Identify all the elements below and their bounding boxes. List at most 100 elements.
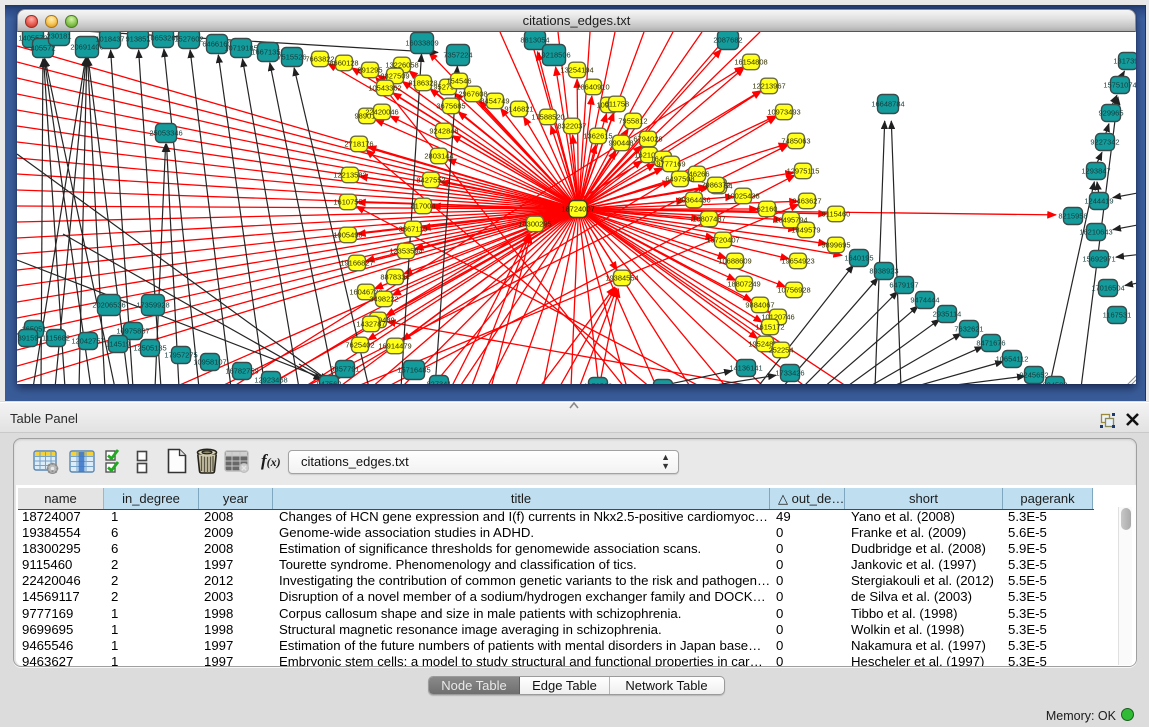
svg-text:19654923: 19654923 bbox=[781, 257, 814, 266]
svg-text:9474444: 9474444 bbox=[910, 296, 939, 305]
svg-text:9146821: 9146821 bbox=[504, 105, 533, 114]
svg-text:3675685: 3675685 bbox=[436, 102, 465, 111]
svg-text:16154808: 16154808 bbox=[734, 58, 767, 67]
svg-text:929965: 929965 bbox=[1098, 109, 1123, 118]
svg-text:1849579: 1849579 bbox=[791, 226, 820, 235]
svg-text:62160: 62160 bbox=[757, 205, 778, 214]
svg-text:924502: 924502 bbox=[1042, 381, 1067, 384]
svg-text:154546: 154546 bbox=[446, 77, 471, 86]
svg-text:12923468: 12923468 bbox=[254, 376, 287, 384]
svg-text:252254: 252254 bbox=[768, 346, 793, 355]
svg-text:9245652: 9245652 bbox=[1019, 371, 1048, 380]
svg-text:8427552: 8427552 bbox=[416, 176, 445, 185]
svg-text:12353594: 12353594 bbox=[389, 247, 422, 256]
svg-text:10807487: 10807487 bbox=[692, 215, 725, 224]
svg-text:22420046: 22420046 bbox=[365, 108, 398, 117]
svg-text:1610755: 1610755 bbox=[333, 198, 362, 207]
svg-text:18300295: 18300295 bbox=[518, 220, 551, 229]
svg-text:10543362: 10543362 bbox=[368, 84, 401, 93]
svg-text:8878334: 8878334 bbox=[380, 273, 409, 282]
svg-text:19384554: 19384554 bbox=[605, 274, 638, 283]
svg-text:891295: 891295 bbox=[357, 66, 382, 75]
svg-text:10654112: 10654112 bbox=[996, 355, 1029, 364]
svg-text:16782759: 16782759 bbox=[225, 367, 258, 376]
svg-text:827341: 827341 bbox=[426, 380, 451, 384]
svg-text:9777169: 9777169 bbox=[656, 160, 685, 169]
svg-text:20364436: 20364436 bbox=[677, 196, 710, 205]
svg-text:16033809: 16033809 bbox=[405, 39, 438, 48]
svg-text:6479197: 6479197 bbox=[889, 281, 918, 290]
svg-text:6794028: 6794028 bbox=[633, 135, 662, 144]
svg-text:13254194: 13254194 bbox=[560, 66, 593, 75]
svg-text:8938923: 8938923 bbox=[869, 267, 898, 276]
svg-text:15716485: 15716485 bbox=[397, 366, 430, 375]
svg-text:25053346: 25053346 bbox=[149, 129, 182, 138]
svg-text:10975867: 10975867 bbox=[116, 327, 149, 336]
svg-text:10973493: 10973493 bbox=[767, 108, 800, 117]
svg-text:1733426: 1733426 bbox=[775, 369, 804, 378]
svg-text:19218506: 19218506 bbox=[537, 51, 570, 60]
svg-text:1640195: 1640195 bbox=[844, 254, 873, 263]
svg-text:1905498: 1905498 bbox=[333, 231, 362, 240]
svg-text:15720407: 15720407 bbox=[706, 236, 739, 245]
svg-text:9899695: 9899695 bbox=[821, 241, 850, 250]
svg-text:10688609: 10688609 bbox=[718, 257, 751, 266]
svg-text:1432787: 1432787 bbox=[356, 320, 385, 329]
svg-text:15692971: 15692971 bbox=[1082, 255, 1115, 264]
svg-text:9857791: 9857791 bbox=[330, 365, 359, 374]
svg-text:39159: 39159 bbox=[18, 334, 39, 343]
svg-text:12213582: 12213582 bbox=[333, 171, 366, 180]
svg-text:16210643: 16210643 bbox=[1079, 228, 1112, 237]
svg-text:1293847: 1293847 bbox=[1081, 167, 1110, 176]
svg-text:6497508: 6497508 bbox=[665, 175, 694, 184]
svg-text:817004: 817004 bbox=[410, 202, 435, 211]
svg-text:7485063: 7485063 bbox=[781, 137, 810, 146]
svg-text:12505135: 12505135 bbox=[133, 344, 166, 353]
svg-text:3498222: 3498222 bbox=[369, 295, 398, 304]
svg-text:611758: 611758 bbox=[605, 100, 629, 109]
svg-text:16914479: 16914479 bbox=[378, 342, 411, 351]
svg-text:2935114: 2935114 bbox=[933, 310, 962, 319]
svg-text:18724007: 18724007 bbox=[561, 205, 594, 214]
svg-text:7986372: 7986372 bbox=[701, 181, 730, 190]
svg-text:1244419: 1244419 bbox=[1084, 197, 1113, 206]
svg-text:7625402: 7625402 bbox=[345, 341, 374, 350]
svg-text:18807249: 18807249 bbox=[727, 280, 760, 289]
svg-text:8471676: 8471676 bbox=[976, 339, 1005, 348]
svg-text:8215958: 8215958 bbox=[1058, 212, 1087, 221]
svg-text:17016504: 17016504 bbox=[1091, 284, 1124, 293]
svg-text:20691406: 20691406 bbox=[70, 43, 103, 52]
svg-text:10958107: 10958107 bbox=[193, 358, 226, 367]
svg-text:10756928: 10756928 bbox=[777, 286, 810, 295]
svg-text:1018437: 1018437 bbox=[95, 35, 124, 44]
svg-text:9115460: 9115460 bbox=[822, 210, 851, 219]
svg-text:14136141: 14136141 bbox=[729, 364, 762, 373]
svg-text:17588520: 17588520 bbox=[531, 113, 564, 122]
svg-text:1615172: 1615172 bbox=[755, 323, 784, 332]
svg-text:12975115: 12975115 bbox=[787, 167, 820, 176]
svg-text:7515526: 7515526 bbox=[277, 53, 306, 62]
svg-text:7955812: 7955812 bbox=[618, 117, 647, 126]
svg-text:1317394: 1317394 bbox=[1113, 57, 1136, 66]
svg-text:2803144: 2803144 bbox=[424, 152, 453, 161]
svg-text:114519: 114519 bbox=[106, 340, 130, 349]
svg-text:1173503: 1173503 bbox=[584, 382, 613, 384]
svg-text:230181: 230181 bbox=[46, 32, 71, 41]
svg-text:2087682: 2087682 bbox=[713, 36, 742, 45]
svg-text:12213967: 12213967 bbox=[752, 82, 785, 91]
svg-text:20206536: 20206536 bbox=[92, 301, 125, 310]
svg-text:9227342: 9227342 bbox=[1090, 138, 1119, 147]
svg-text:1527602: 1527602 bbox=[174, 35, 203, 44]
svg-text:7357224: 7357224 bbox=[443, 51, 472, 60]
svg-text:9463627: 9463627 bbox=[792, 197, 821, 206]
svg-text:9884067: 9884067 bbox=[745, 301, 774, 310]
svg-text:12042757: 12042757 bbox=[71, 337, 104, 346]
svg-text:15751074: 15751074 bbox=[1103, 81, 1136, 90]
svg-text:18640910: 18640910 bbox=[576, 83, 609, 92]
svg-text:8660128: 8660128 bbox=[329, 59, 358, 68]
svg-text:1167531: 1167531 bbox=[1103, 311, 1132, 320]
svg-text:1115682: 1115682 bbox=[42, 334, 70, 343]
svg-text:8322037: 8322037 bbox=[557, 122, 586, 131]
svg-text:947562: 947562 bbox=[316, 380, 341, 384]
svg-text:17359928: 17359928 bbox=[136, 301, 169, 310]
